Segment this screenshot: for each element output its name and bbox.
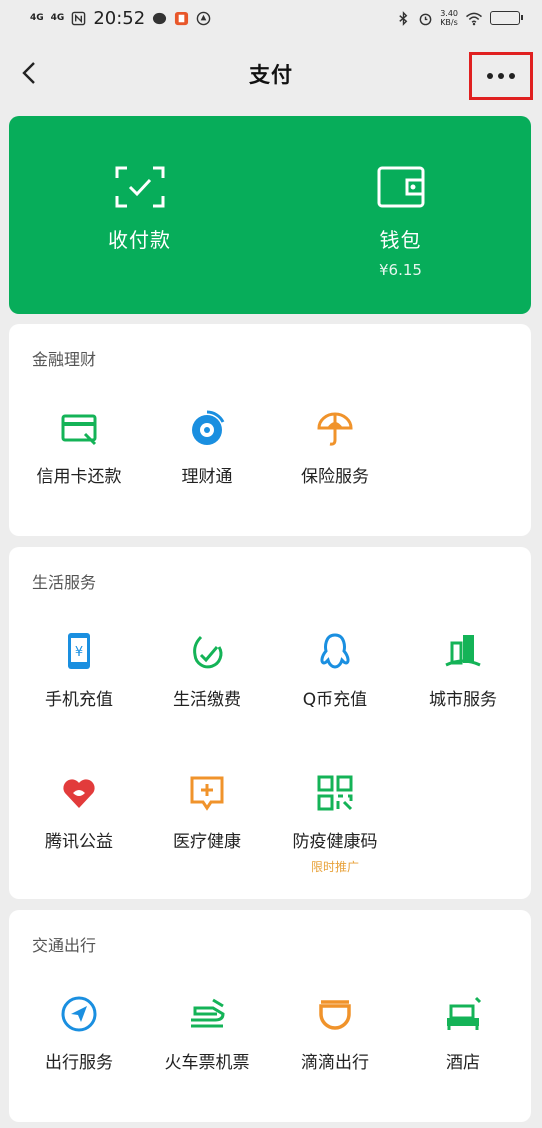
promo-tag: 限时推广 [310, 860, 359, 874]
chevron-left-icon [22, 62, 35, 84]
phone-yuan-icon: ¥ [68, 633, 90, 669]
finance-section: 金融理财 信用卡还款 理财通 保险服务 [9, 324, 531, 536]
hotel-label: 酒店 [446, 1053, 480, 1073]
wallet-button[interactable]: 钱包 ¥6.15 [270, 116, 531, 314]
qq-penguin-icon [320, 633, 350, 669]
status-bar-left: 4G 4G 20:52 [30, 8, 211, 29]
back-button[interactable] [14, 58, 44, 88]
qr-code-icon [317, 775, 353, 811]
transport-section: 交通出行 出行服务 火车票机票 滴滴出行 酒店 [9, 910, 531, 1122]
credit-card-icon [61, 414, 97, 446]
more-options-button[interactable] [469, 52, 533, 100]
payment-hero-panel: 收付款 钱包 ¥6.15 [9, 116, 531, 314]
section-title-transport: 交通出行 [32, 936, 97, 955]
health-code-label: 防疫健康码 [292, 832, 378, 852]
qcoin-topup-button[interactable]: Q币充值 [271, 631, 399, 710]
didi-label: 滴滴出行 [301, 1053, 369, 1073]
battery-icon [490, 11, 523, 25]
travel-services-label: 出行服务 [45, 1053, 113, 1073]
ellipsis-icon [487, 73, 515, 79]
tencent-charity-button[interactable]: 腾讯公益 [15, 773, 143, 852]
section-title-life: 生活服务 [32, 573, 97, 592]
health-code-button[interactable]: 防疫健康码 限时推广 [271, 773, 399, 875]
receive-pay-label: 收付款 [108, 228, 171, 252]
medical-cross-icon [190, 776, 224, 811]
life-services-section: 生活服务 ¥ 手机充值 生活缴费 Q币充值 城市服务 腾讯公益 医疗健康 防疫健… [9, 547, 531, 899]
receive-pay-button[interactable]: 收付款 [9, 116, 270, 314]
credit-card-repay-label: 信用卡还款 [36, 467, 122, 487]
medical-health-label: 医疗健康 [173, 832, 241, 852]
train-icon [191, 998, 225, 1028]
svg-text:¥: ¥ [75, 645, 83, 660]
hotel-button[interactable]: 酒店 [399, 994, 527, 1073]
app-notification-icon-2 [196, 11, 211, 25]
city-buildings-icon [445, 635, 481, 667]
checkmark-leaf-icon [193, 635, 223, 669]
insurance-button[interactable]: 保险服务 [271, 408, 399, 487]
credit-card-repay-button[interactable]: 信用卡还款 [15, 408, 143, 487]
signal-icon-1: 4G [30, 12, 44, 23]
train-flight-tickets-button[interactable]: 火车票机票 [143, 994, 271, 1073]
qcoin-topup-label: Q币充值 [302, 690, 368, 710]
umbrella-icon [317, 412, 353, 446]
travel-services-button[interactable]: 出行服务 [15, 994, 143, 1073]
city-services-label: 城市服务 [429, 690, 497, 710]
insurance-label: 保险服务 [301, 467, 369, 487]
train-flight-tickets-label: 火车票机票 [164, 1053, 250, 1073]
nav-bar: 支付 [0, 46, 542, 102]
alarm-icon [419, 13, 432, 25]
mobile-topup-button[interactable]: ¥ 手机充值 [15, 631, 143, 710]
wealth-icon [192, 410, 225, 445]
wallet-icon [377, 166, 424, 208]
message-bubble-icon [153, 12, 167, 24]
status-bar: 4G 4G 20:52 3.40 KB/s [0, 0, 542, 36]
page-title: 支付 [249, 63, 293, 87]
wifi-icon [466, 12, 482, 25]
utility-bills-label: 生活缴费 [173, 690, 241, 710]
tencent-charity-label: 腾讯公益 [45, 832, 113, 852]
utility-bills-button[interactable]: 生活缴费 [143, 631, 271, 710]
didi-logo-icon [319, 1000, 351, 1030]
bluetooth-icon [399, 10, 408, 26]
mobile-topup-label: 手机充值 [45, 690, 113, 710]
signal-icon-2: 4G [50, 12, 65, 23]
clock-time: 20:52 [93, 7, 146, 29]
wealth-management-button[interactable]: 理财通 [143, 408, 271, 487]
hotel-bed-icon [447, 996, 482, 1030]
wallet-balance: ¥6.15 [379, 261, 422, 279]
wealth-management-label: 理财通 [181, 467, 233, 487]
didi-button[interactable]: 滴滴出行 [271, 994, 399, 1073]
section-title-finance: 金融理财 [32, 350, 97, 369]
medical-health-button[interactable]: 医疗健康 [143, 773, 271, 852]
network-speed: 3.40 KB/s [440, 9, 458, 27]
nfc-icon [72, 11, 86, 25]
status-bar-right: 3.40 KB/s [396, 9, 523, 27]
navigation-arrow-icon [61, 996, 97, 1032]
app-notification-icon [175, 11, 189, 25]
wallet-label: 钱包 [379, 228, 422, 252]
city-services-button[interactable]: 城市服务 [399, 631, 527, 710]
scan-check-icon [115, 166, 164, 208]
charity-heart-icon [63, 779, 95, 808]
